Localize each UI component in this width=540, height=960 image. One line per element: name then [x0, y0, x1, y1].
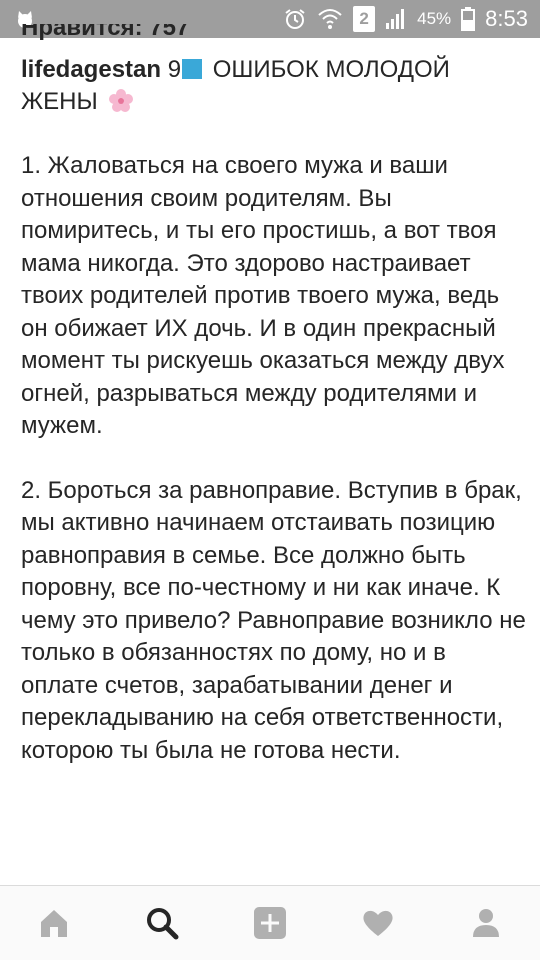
nav-home[interactable] [30, 899, 78, 947]
cherry-blossom-emoji-icon [109, 89, 134, 112]
caption-header: lifedagestan 9 ОШИБОК МОЛОДОЙ ЖЕНЫ [21, 54, 526, 118]
caption-number: 9 [167, 56, 182, 83]
blue-square-emoji-icon [182, 59, 203, 79]
nav-profile[interactable] [462, 899, 510, 947]
home-icon [41, 910, 67, 937]
caption-paragraph-2: 2. Бороться за равноправие. Вступив в бр… [21, 476, 526, 764]
nav-add[interactable] [246, 899, 294, 947]
profile-icon [473, 909, 499, 937]
search-icon [147, 908, 179, 940]
heart-icon [363, 910, 393, 936]
post-caption: Нравится: 757 lifedagestan 9 ОШИБОК МОЛО… [21, 24, 526, 767]
caption-paragraph-1: 1. Жаловаться на своего мужа и ваши отно… [21, 152, 505, 439]
nav-search[interactable] [138, 899, 186, 947]
likes-text: Нравится: 757 [21, 24, 190, 41]
add-icon [254, 907, 286, 939]
likes-count[interactable]: Нравится: 757 [21, 24, 526, 44]
username-link[interactable]: lifedagestan [21, 56, 161, 83]
nav-activity[interactable] [354, 899, 402, 947]
bottom-nav [0, 885, 540, 960]
